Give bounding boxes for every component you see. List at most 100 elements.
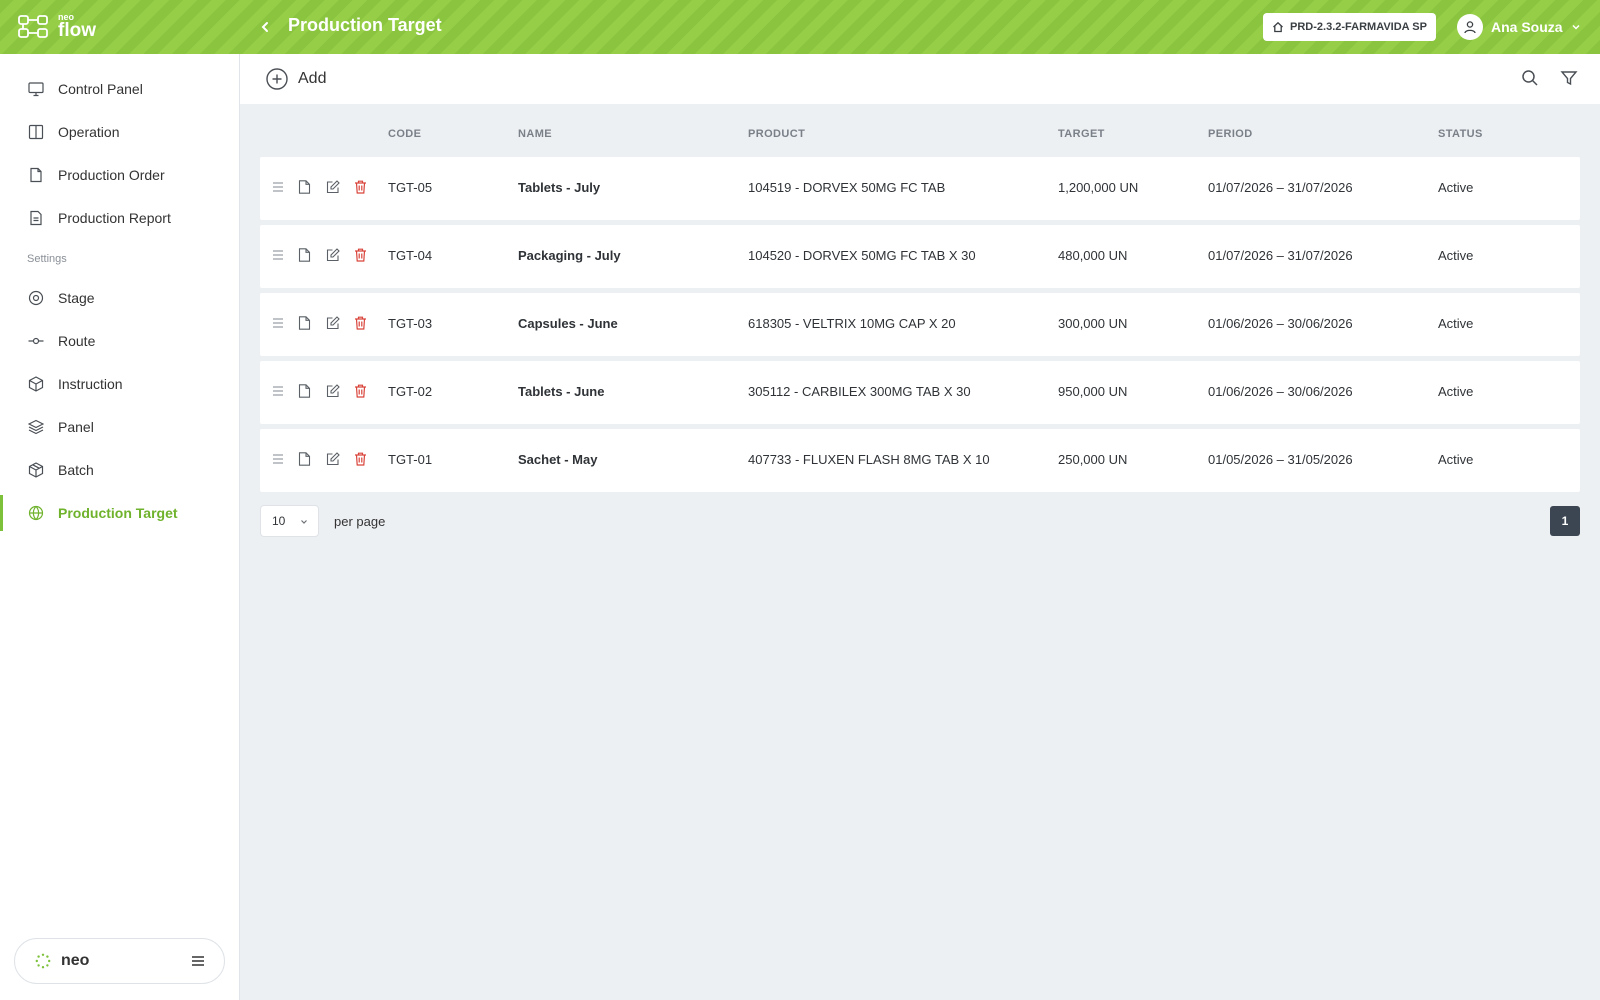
drag-handle-icon[interactable] — [272, 180, 284, 194]
edit-icon[interactable] — [326, 248, 340, 262]
avatar — [1457, 14, 1483, 40]
globe-icon — [28, 505, 44, 521]
sidebar-item-label: Control Panel — [58, 81, 143, 97]
sidebar-item-label: Batch — [58, 462, 94, 478]
sidebar-item-production-order[interactable]: Production Order — [0, 157, 239, 193]
sidebar-item-label: Panel — [58, 419, 94, 435]
column-header-product[interactable]: PRODUCT — [748, 128, 805, 140]
sidebar-item-production-target[interactable]: Production Target — [0, 495, 239, 531]
delete-icon[interactable] — [354, 180, 367, 194]
cell-status: Active — [1438, 316, 1474, 331]
edit-icon[interactable] — [326, 180, 340, 194]
drag-handle-icon[interactable] — [272, 384, 284, 398]
sidebar-item-production-report[interactable]: Production Report — [0, 200, 239, 236]
hamburger-menu-icon[interactable] — [190, 953, 206, 969]
page-button-current[interactable]: 1 — [1550, 506, 1580, 536]
cell-code: TGT-05 — [388, 180, 433, 195]
delete-icon[interactable] — [354, 384, 367, 398]
cell-product: 104520 - DORVEX 50MG FC TAB X 30 — [748, 248, 976, 263]
file-text-icon — [30, 210, 42, 226]
view-document-icon[interactable] — [298, 452, 311, 466]
sidebar-item-label: Operation — [58, 124, 120, 140]
sidebar-item-instruction[interactable]: Instruction — [0, 366, 239, 402]
chevron-down-icon — [1572, 24, 1580, 30]
sidebar: Control Panel Operation Production Order… — [0, 54, 240, 1000]
table-row[interactable]: TGT-01 Sachet - May 407733 - FLUXEN FLAS… — [260, 429, 1580, 492]
toolbar: Add — [240, 54, 1600, 104]
neo-assistant-box[interactable]: neo — [14, 938, 225, 984]
back-button[interactable] — [254, 14, 276, 40]
flow-logo-icon — [18, 15, 48, 38]
search-icon[interactable] — [1521, 69, 1539, 87]
sidebar-item-control-panel[interactable]: Control Panel — [0, 71, 239, 107]
cell-target: 950,000 UN — [1058, 384, 1128, 399]
view-document-icon[interactable] — [298, 384, 311, 398]
per-page-label: per page — [334, 514, 386, 529]
cell-target: 300,000 UN — [1058, 316, 1128, 331]
cell-target: 1,200,000 UN — [1058, 180, 1139, 195]
environment-badge[interactable]: PRD-2.3.2-FARMAVIDA SP — [1263, 13, 1436, 41]
view-document-icon[interactable] — [298, 248, 311, 262]
cell-period: 01/06/2026 – 30/06/2026 — [1208, 384, 1353, 399]
delete-icon[interactable] — [354, 452, 367, 466]
drag-handle-icon[interactable] — [272, 316, 284, 330]
route-icon — [28, 337, 44, 345]
column-header-period[interactable]: PERIOD — [1208, 128, 1253, 140]
edit-icon[interactable] — [326, 316, 340, 330]
view-document-icon[interactable] — [298, 316, 311, 330]
drag-handle-icon[interactable] — [272, 452, 284, 466]
cell-name: Sachet - May — [518, 452, 598, 467]
add-label: Add — [298, 70, 327, 87]
column-header-target[interactable]: TARGET — [1058, 128, 1105, 140]
cell-period: 01/05/2026 – 31/05/2026 — [1208, 452, 1353, 467]
sidebar-item-batch[interactable]: Batch — [0, 452, 239, 488]
box-icon — [28, 462, 44, 478]
per-page-select[interactable]: 10 — [260, 505, 319, 537]
home-icon — [1273, 21, 1283, 33]
column-header-code[interactable]: CODE — [388, 128, 421, 140]
cell-product: 618305 - VELTRIX 10MG CAP X 20 — [748, 316, 956, 331]
per-page-value: 10 — [272, 514, 286, 528]
view-document-icon[interactable] — [298, 180, 311, 194]
user-icon — [1464, 21, 1476, 34]
edit-icon[interactable] — [326, 452, 340, 466]
column-header-status[interactable]: STATUS — [1438, 128, 1483, 140]
user-menu[interactable]: Ana Souza — [1457, 13, 1581, 41]
cell-name: Capsules - June — [518, 316, 618, 331]
add-button[interactable]: Add — [266, 66, 326, 92]
cell-period: 01/06/2026 – 30/06/2026 — [1208, 316, 1353, 331]
cell-name: Packaging - July — [518, 248, 621, 263]
cell-status: Active — [1438, 384, 1474, 399]
cell-target: 250,000 UN — [1058, 452, 1128, 467]
cube-icon — [28, 376, 44, 392]
edit-icon[interactable] — [326, 384, 340, 398]
cell-code: TGT-04 — [388, 248, 433, 263]
table-row[interactable]: TGT-04 Packaging - July 104520 - DORVEX … — [260, 225, 1580, 288]
chevron-left-icon — [261, 22, 268, 32]
drag-handle-icon[interactable] — [272, 248, 284, 262]
sidebar-item-stage[interactable]: Stage — [0, 280, 239, 316]
columns-icon — [28, 124, 44, 140]
table-row[interactable]: TGT-05 Tablets - July 104519 - DORVEX 50… — [260, 157, 1580, 220]
target-icon — [28, 290, 44, 306]
monitor-icon — [28, 82, 44, 97]
column-header-name[interactable]: NAME — [518, 128, 552, 140]
table-row[interactable]: TGT-03 Capsules - June 618305 - VELTRIX … — [260, 293, 1580, 356]
table-row[interactable]: TGT-02 Tablets - June 305112 - CARBILEX … — [260, 361, 1580, 424]
cell-name: Tablets - June — [518, 384, 605, 399]
sidebar-item-label: Instruction — [58, 376, 123, 392]
sidebar-item-route[interactable]: Route — [0, 323, 239, 359]
table-header: CODE NAME PRODUCT TARGET PERIOD STATUS — [260, 128, 1580, 146]
sidebar-item-operation[interactable]: Operation — [0, 114, 239, 150]
neo-label: neo — [61, 952, 90, 969]
plus-circle-icon — [266, 68, 288, 90]
delete-icon[interactable] — [354, 316, 367, 330]
filter-icon[interactable] — [1560, 69, 1578, 87]
cell-code: TGT-03 — [388, 316, 433, 331]
sidebar-item-label: Production Report — [58, 210, 171, 226]
cell-target: 480,000 UN — [1058, 248, 1128, 263]
app-logo[interactable]: neo flow — [18, 11, 108, 43]
delete-icon[interactable] — [354, 248, 367, 262]
sidebar-item-panel[interactable]: Panel — [0, 409, 239, 445]
file-icon — [30, 167, 42, 183]
